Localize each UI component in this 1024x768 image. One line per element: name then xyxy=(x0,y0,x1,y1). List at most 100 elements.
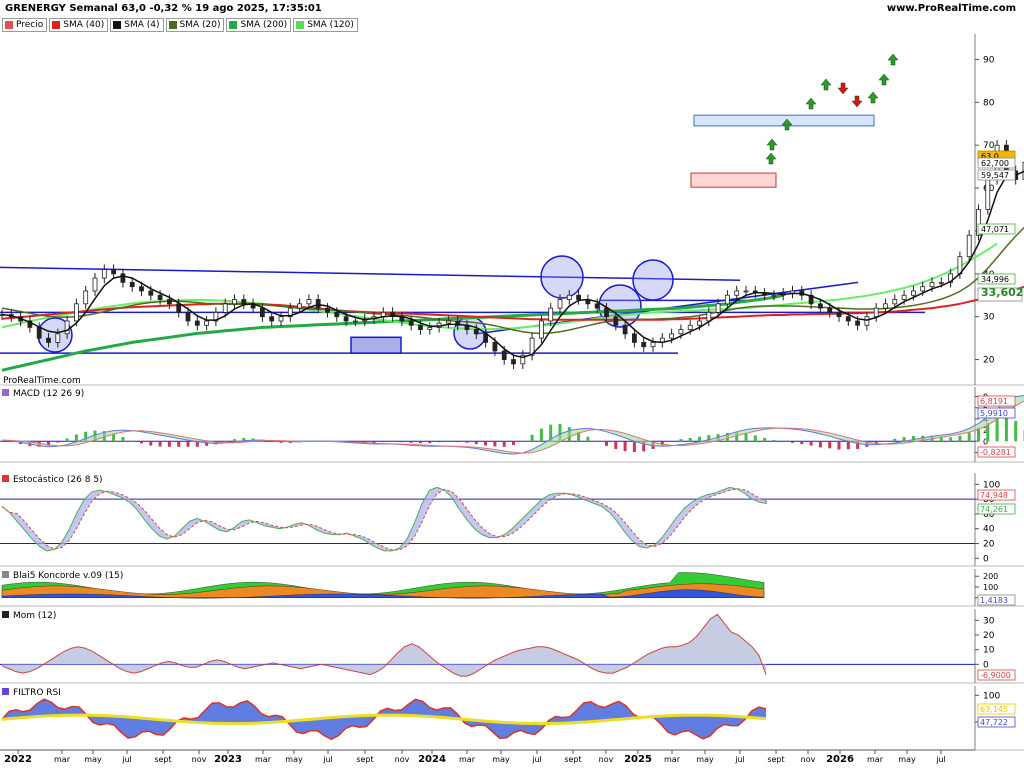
macd-histogram-bar xyxy=(400,441,404,443)
macd-histogram-bar xyxy=(428,441,432,444)
x-tick-label: jul xyxy=(734,755,745,764)
candle-body xyxy=(501,350,507,360)
macd-histogram-bar xyxy=(632,441,636,452)
candle xyxy=(250,298,256,314)
value-label: 47,071 xyxy=(981,225,1009,234)
candle-body xyxy=(176,303,182,313)
macd-histogram-bar xyxy=(149,441,153,446)
macd-histogram-bar xyxy=(419,441,422,444)
candle-body xyxy=(511,359,516,365)
macd-histogram-bar xyxy=(605,441,608,446)
value-label: 47,722 xyxy=(980,718,1008,727)
indicator-swatch-icon xyxy=(2,611,9,618)
candle xyxy=(194,315,200,331)
candle-body xyxy=(315,299,321,309)
sma200-line xyxy=(1,293,784,372)
x-tick-label: nov xyxy=(599,755,614,764)
arrow-up-icon xyxy=(878,73,890,86)
highlight-circle xyxy=(632,259,674,301)
candle-body xyxy=(985,179,991,210)
candle-body xyxy=(427,327,433,330)
candle-body xyxy=(873,307,879,318)
candle xyxy=(641,337,647,352)
candle-body xyxy=(241,299,247,305)
candle xyxy=(864,311,870,331)
candle-body xyxy=(232,299,237,305)
y-tick-label: 0 xyxy=(983,660,989,670)
value-label: 59,547 xyxy=(981,171,1009,180)
trendline-upper xyxy=(0,266,741,281)
macd-histogram-bar xyxy=(688,437,692,442)
candle-body xyxy=(743,290,749,293)
candle-body xyxy=(418,324,423,330)
x-tick-label: may xyxy=(898,755,916,764)
candle-body xyxy=(148,290,154,296)
candle xyxy=(204,315,210,331)
candle-body xyxy=(706,311,712,322)
candle xyxy=(278,311,284,327)
candle xyxy=(92,272,98,297)
macd-histogram-bar xyxy=(186,441,190,447)
candle-body xyxy=(325,307,330,313)
candle-body xyxy=(697,320,702,326)
y-tick-label: 100 xyxy=(983,691,1000,701)
y-tick-label: 20 xyxy=(983,540,995,550)
candle-body xyxy=(734,290,740,296)
x-tick-label: 2026 xyxy=(826,754,854,765)
macd-histogram-bar xyxy=(828,441,832,449)
candle-body xyxy=(334,311,340,318)
candle xyxy=(259,302,265,322)
highlight-circle xyxy=(540,255,584,299)
macd-histogram-bar xyxy=(586,436,590,442)
candle-body xyxy=(687,324,693,330)
macd-histogram-bar xyxy=(1004,416,1008,442)
macd-histogram-bar xyxy=(484,441,488,446)
indicator-title: Mom (12) xyxy=(13,611,56,621)
candle-body xyxy=(492,342,498,352)
arrow-down-icon xyxy=(837,82,849,95)
arrow-up-icon xyxy=(766,138,778,151)
macd-histogram-bar xyxy=(753,435,757,442)
candle xyxy=(585,294,591,309)
value-label: 74,948 xyxy=(980,491,1008,500)
indicator-title: FILTRO RSI xyxy=(13,688,61,698)
candle-body xyxy=(548,307,554,322)
x-tick-label: nov xyxy=(395,755,410,764)
macd-histogram-bar xyxy=(995,418,999,442)
macd-line xyxy=(1,395,1024,455)
chart-canvas[interactable]: 2030405060708090ProRealTime.com63,062,70… xyxy=(0,0,1024,768)
candle-body xyxy=(669,333,674,339)
candle-body xyxy=(604,307,609,318)
indicator-swatch-icon xyxy=(2,688,9,695)
candle-body xyxy=(911,290,916,296)
candle-body xyxy=(46,337,51,343)
candle-body xyxy=(343,316,349,322)
candle-body xyxy=(725,294,730,305)
x-tick-label: jul xyxy=(322,755,333,764)
candle xyxy=(241,294,247,309)
candle xyxy=(120,268,126,288)
candle xyxy=(269,311,275,327)
macd-histogram-bar xyxy=(893,438,897,442)
candle-body xyxy=(83,290,89,305)
y-tick-label: 100 xyxy=(983,583,998,592)
candle xyxy=(659,332,665,348)
macd-histogram-bar xyxy=(809,441,813,446)
candle-body xyxy=(92,277,98,292)
macd-histogram-bar xyxy=(130,440,134,442)
stoch-d-line xyxy=(1,488,768,551)
candle-body xyxy=(557,299,563,309)
value-label: 34,996 xyxy=(981,275,1009,284)
macd-histogram-bar xyxy=(763,437,767,442)
macd-histogram-bar xyxy=(121,436,125,442)
macd-histogram-bar xyxy=(949,437,953,442)
macd-histogram-bar xyxy=(744,432,748,442)
macd-histogram-bar xyxy=(74,434,78,442)
y-tick-label: 90 xyxy=(983,55,995,65)
candle-body xyxy=(929,281,935,288)
macd-histogram-bar xyxy=(158,441,162,447)
candle-body xyxy=(352,320,358,323)
candle-body xyxy=(166,299,172,305)
y-tick-label: 40 xyxy=(983,525,995,535)
macd-histogram-bar xyxy=(791,441,794,443)
